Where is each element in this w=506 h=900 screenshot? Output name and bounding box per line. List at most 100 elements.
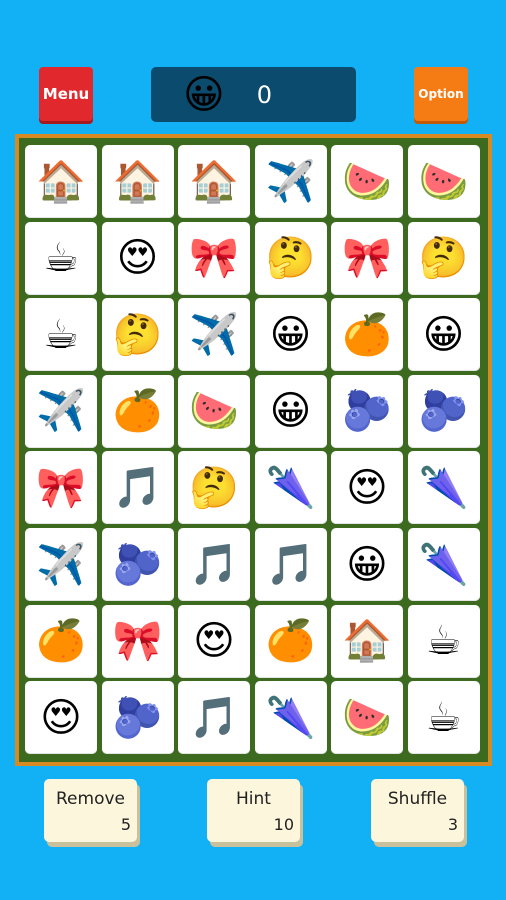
shuffle-label: Shuffle <box>387 789 448 809</box>
grinning-icon: 😀 <box>346 541 388 588</box>
house-icon: 🏠 <box>112 158 163 205</box>
tile-airplane[interactable]: ✈️ <box>254 145 327 218</box>
tile-heart-eyes[interactable]: 😍 <box>331 451 403 525</box>
watermelon-icon: 🍉 <box>342 694 392 741</box>
hint-label: Hint <box>236 789 271 809</box>
ribbon-icon: 🎀 <box>112 618 163 665</box>
remove-button[interactable]: Remove 5 <box>44 779 137 842</box>
tile-watermelon[interactable]: 🍉 <box>331 145 403 218</box>
tile-ribbon[interactable]: 🎀 <box>331 221 403 295</box>
tile-orange[interactable]: 🍊 <box>101 374 174 448</box>
tile-ribbon[interactable]: 🎀 <box>25 451 97 525</box>
thinking-icon: 🤔 <box>418 235 469 282</box>
tile-thinking[interactable]: 🤔 <box>254 221 327 295</box>
ribbon-icon: 🎀 <box>189 235 239 282</box>
tile-watermelon[interactable]: 🍉 <box>178 374 250 448</box>
orange-icon: 🍊 <box>342 311 392 358</box>
tile-ribbon[interactable]: 🎀 <box>101 604 174 678</box>
house-icon: 🏠 <box>36 158 86 205</box>
tile-blueberries[interactable]: 🫐 <box>331 374 403 448</box>
airplane-icon: ✈️ <box>36 541 86 588</box>
tile-orange[interactable]: 🍊 <box>254 604 327 678</box>
music-notes-icon: 🎵 <box>265 541 316 588</box>
remove-count: 5 <box>120 815 131 834</box>
tile-music-notes[interactable]: 🎵 <box>254 528 327 601</box>
grinning-icon: 😀 <box>269 388 312 435</box>
tile-house[interactable]: 🏠 <box>331 604 403 678</box>
airplane-icon: ✈️ <box>189 311 239 358</box>
thinking-icon: 🤔 <box>265 235 316 282</box>
heart-eyes-icon: 😍 <box>193 618 235 665</box>
tile-thinking[interactable]: 🤔 <box>407 221 480 295</box>
tile-thinking[interactable]: 🤔 <box>178 451 250 525</box>
tile-airplane[interactable]: ✈️ <box>25 374 97 448</box>
tile-grinning[interactable]: 😀 <box>331 528 403 601</box>
umbrella-icon: 🌂 <box>265 694 316 741</box>
tile-umbrella[interactable]: 🌂 <box>407 451 480 525</box>
tile-grinning[interactable]: 😀 <box>254 298 327 372</box>
tile-watermelon[interactable]: 🍉 <box>407 145 480 218</box>
coffee-icon: ☕ <box>425 618 462 665</box>
tile-music-notes[interactable]: 🎵 <box>178 528 250 601</box>
hint-button[interactable]: Hint 10 <box>207 779 300 842</box>
tile-music-notes[interactable]: 🎵 <box>101 451 174 525</box>
umbrella-icon: 🌂 <box>265 464 316 511</box>
umbrella-icon: 🌂 <box>418 464 469 511</box>
remove-label: Remove <box>56 789 125 809</box>
tile-grinning[interactable]: 😀 <box>407 298 480 372</box>
umbrella-icon: 🌂 <box>418 541 469 588</box>
house-icon: 🏠 <box>189 158 239 205</box>
score-value: 0 <box>256 80 272 109</box>
tile-blueberries[interactable]: 🫐 <box>101 528 174 601</box>
music-notes-icon: 🎵 <box>189 694 239 741</box>
music-notes-icon: 🎵 <box>189 541 239 588</box>
tile-coffee[interactable]: ☕ <box>25 221 97 295</box>
tile-orange[interactable]: 🍊 <box>331 298 403 372</box>
coffee-icon: ☕ <box>43 311 79 358</box>
tile-heart-eyes[interactable]: 😍 <box>101 221 174 295</box>
option-button[interactable]: Option <box>414 67 468 121</box>
tile-orange[interactable]: 🍊 <box>25 604 97 678</box>
house-icon: 🏠 <box>342 618 392 665</box>
tile-airplane[interactable]: ✈️ <box>25 528 97 601</box>
smiley-icon: 😀 <box>183 71 225 118</box>
tile-house[interactable]: 🏠 <box>25 145 97 218</box>
coffee-icon: ☕ <box>425 694 462 741</box>
airplane-icon: ✈️ <box>265 158 316 205</box>
airplane-icon: ✈️ <box>36 388 86 435</box>
blueberries-icon: 🫐 <box>418 388 469 435</box>
tile-blueberries[interactable]: 🫐 <box>407 374 480 448</box>
tile-heart-eyes[interactable]: 😍 <box>178 604 250 678</box>
tile-ribbon[interactable]: 🎀 <box>178 221 250 295</box>
blueberries-icon: 🫐 <box>112 694 163 741</box>
tile-heart-eyes[interactable]: 😍 <box>25 681 97 755</box>
tile-blueberries[interactable]: 🫐 <box>101 681 174 755</box>
tile-coffee[interactable]: ☕ <box>25 298 97 372</box>
tile-umbrella[interactable]: 🌂 <box>254 681 327 755</box>
blueberries-icon: 🫐 <box>112 541 163 588</box>
ribbon-icon: 🎀 <box>342 235 392 282</box>
tile-coffee[interactable]: ☕ <box>407 681 480 755</box>
tile-house[interactable]: 🏠 <box>101 145 174 218</box>
tile-coffee[interactable]: ☕ <box>407 604 480 678</box>
tile-thinking[interactable]: 🤔 <box>101 298 174 372</box>
score-panel: 😀 0 <box>151 67 356 122</box>
thinking-icon: 🤔 <box>112 311 163 358</box>
tile-umbrella[interactable]: 🌂 <box>407 528 480 601</box>
tile-house[interactable]: 🏠 <box>178 145 250 218</box>
thinking-icon: 🤔 <box>189 464 239 511</box>
grinning-icon: 😀 <box>269 311 312 358</box>
orange-icon: 🍊 <box>265 618 316 665</box>
tile-umbrella[interactable]: 🌂 <box>254 451 327 525</box>
menu-button[interactable]: Menu <box>39 67 93 121</box>
tile-music-notes[interactable]: 🎵 <box>178 681 250 755</box>
game-board: 🏠 🏠 🏠 ✈️ 🍉 🍉 ☕ 😍 🎀 🤔 🎀 🤔 ☕ 🤔 ✈️ 😀 🍊 😀 ✈️ 🍊 🍉 😀 🫐 🫐 🎀 🎵 🤔 🌂 😍 🌂 ✈️ 🫐 🎵 🎵 😀 🌂… <box>15 134 492 766</box>
shuffle-button[interactable]: Shuffle 3 <box>371 779 464 842</box>
orange-icon: 🍊 <box>36 618 86 665</box>
tile-airplane[interactable]: ✈️ <box>178 298 250 372</box>
grinning-icon: 😀 <box>422 311 465 358</box>
heart-eyes-icon: 😍 <box>346 464 388 511</box>
tile-watermelon[interactable]: 🍉 <box>331 681 403 755</box>
heart-eyes-icon: 😍 <box>40 694 82 741</box>
tile-grinning[interactable]: 😀 <box>254 374 327 448</box>
